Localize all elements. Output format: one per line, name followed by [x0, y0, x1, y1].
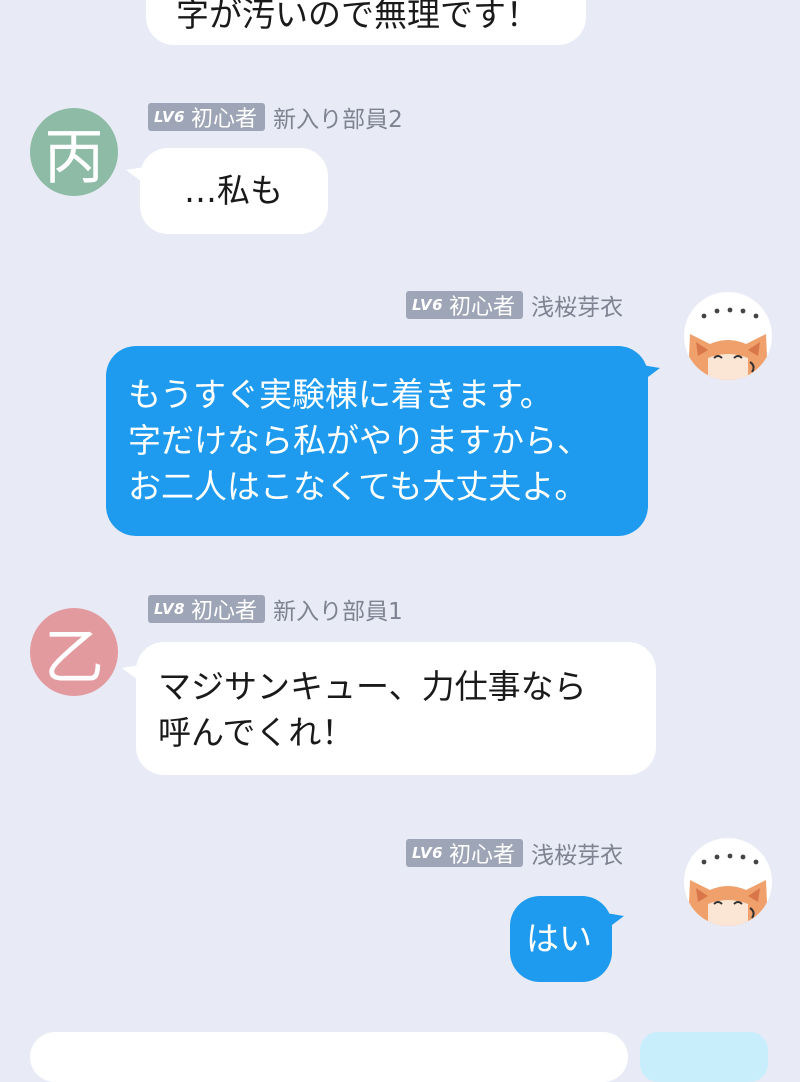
avatar[interactable]: 丙	[30, 108, 118, 196]
message-bubble: はい	[510, 896, 612, 982]
level-badge: LV6 初心者	[406, 291, 524, 320]
message-bubble: …私も	[140, 148, 328, 234]
sender-info: LV8 初心者 新入り部員1	[148, 594, 403, 625]
sender-info: LV6 初心者 新入り部員2	[148, 102, 403, 133]
message-bubble: もうすぐ実験棟に着きます。 字だけなら私がやりますから、 お二人はこなくても大丈…	[106, 346, 648, 536]
message-bubble: 字が汚いので無理です！	[146, 0, 586, 45]
level-badge: LV8 初心者	[148, 595, 266, 624]
avatar-glyph: 丙	[44, 122, 104, 193]
badge-level: LV6	[412, 844, 444, 862]
sender-info: LV6 初心者 浅桜芽衣	[406, 838, 624, 869]
send-button[interactable]	[640, 1032, 768, 1082]
message-bubble: マジサンキュー、力仕事なら 呼んでくれ！	[136, 642, 656, 775]
badge-rank: 初心者	[191, 107, 258, 132]
sender-name: 浅桜芽衣	[531, 843, 624, 869]
cat-avatar-icon[interactable]	[684, 292, 772, 380]
avatar-glyph: 乙	[44, 622, 104, 693]
badge-rank: 初心者	[449, 843, 516, 868]
level-badge: LV6 初心者	[406, 839, 524, 868]
cat-avatar-icon	[688, 307, 768, 380]
sender-info: LV6 初心者 浅桜芽衣	[406, 290, 624, 321]
cat-avatar-icon[interactable]	[684, 838, 772, 926]
sender-name: 新入り部員1	[273, 599, 403, 625]
level-badge: LV6 初心者	[148, 103, 266, 132]
badge-rank: 初心者	[449, 295, 516, 320]
avatar[interactable]: 乙	[30, 608, 118, 696]
badge-level: LV8	[154, 600, 186, 618]
cat-avatar-icon	[688, 853, 768, 926]
badge-level: LV6	[154, 108, 186, 126]
sender-name: 新入り部員2	[273, 107, 403, 133]
sender-name: 浅桜芽衣	[531, 295, 624, 321]
badge-rank: 初心者	[191, 599, 258, 624]
message-input[interactable]	[30, 1032, 628, 1082]
badge-level: LV6	[412, 296, 444, 314]
